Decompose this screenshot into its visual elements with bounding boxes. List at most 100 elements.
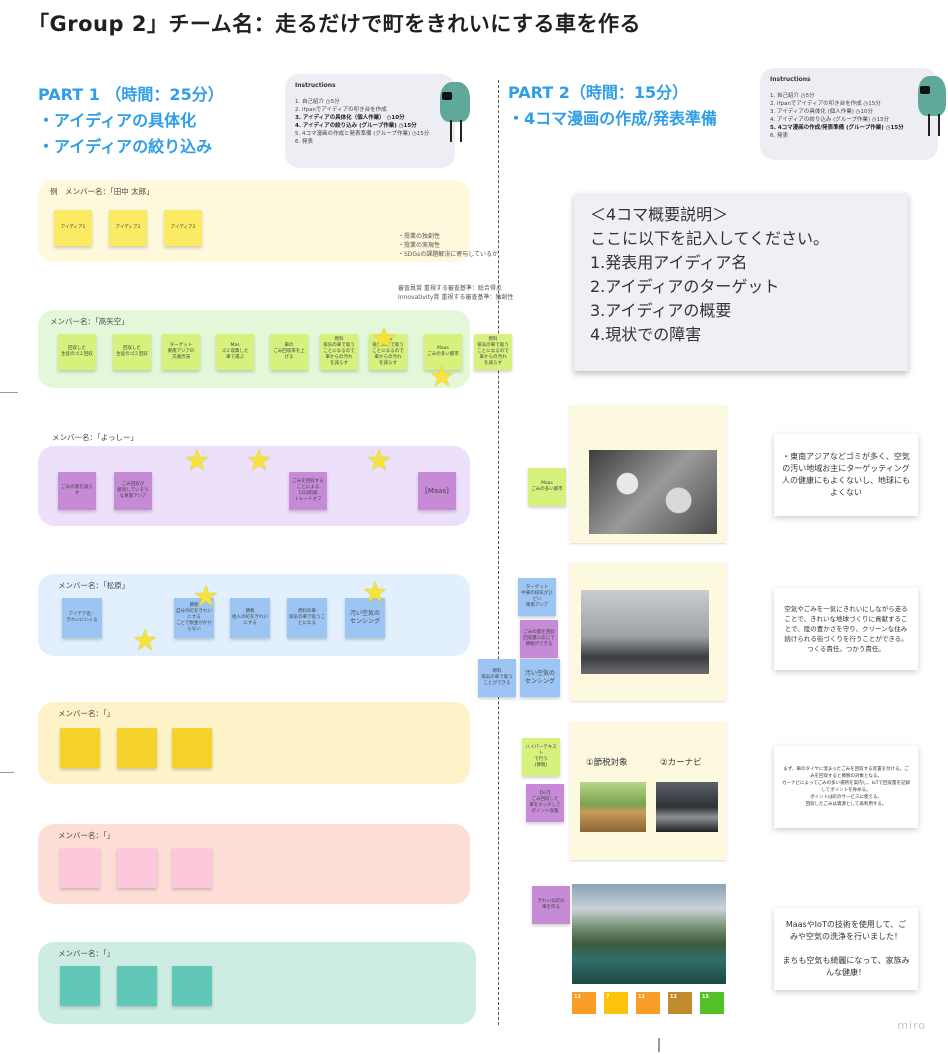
instructions-card-part1[interactable]: Instructions 1. 自己紹介 ◷5分 2. ifpanでアイディアの…: [285, 74, 455, 168]
sticky-note[interactable]: 回収した 生徒のゴミ回収: [58, 334, 96, 370]
canvas-edge-marker: [0, 772, 14, 773]
instructions-card-part2[interactable]: Instructions 1. 自己紹介 ◷5分 2. ifpanでアイディアの…: [760, 68, 938, 160]
star-vote-icon[interactable]: ★: [132, 626, 158, 655]
member-label: メンバー名：「よっしー」: [52, 433, 139, 442]
instructions-heading: Instructions: [295, 82, 336, 89]
part1-heading: PART 1 （時間：25分）: [38, 85, 224, 104]
evaluation-note: 審査員賞 重視する審査基準：総合得点 Innovativity賞 重視する審査基…: [398, 285, 514, 301]
member-label: メンバー名：「高矢空」: [50, 317, 129, 326]
sticky-note[interactable]: Maas ごみの多い都市: [528, 468, 566, 506]
criteria-note: ・授業の独創性 ・授業の実現性 ・SDGsの課題解決に寄与しているか: [398, 233, 499, 258]
part2-heading: PART 2（時間：15分）: [508, 83, 689, 102]
sticky-note[interactable]: 車の ごみ回収率を上げる: [270, 334, 308, 370]
comic-overview-box[interactable]: ＜4コマ概要説明＞ ここに以下を記入してください。 1.発表用アイディア名 2.…: [574, 193, 908, 371]
overview-line: 2.アイディアのターゲット: [590, 277, 780, 296]
car-navigation-image: [656, 782, 718, 832]
sticky-note[interactable]: ハイパーテキスト で行う (節税): [522, 738, 560, 776]
instruction-item: 4. アイディアの絞り込み (グループ作業) ◷15分: [770, 117, 890, 123]
part1-bullet-2: ・アイディアの絞り込み: [38, 137, 213, 156]
sdg-goal-icon: 15: [700, 992, 724, 1014]
instruction-item: 3. アイディアの具体化 (個人作業) ◷10分: [770, 109, 873, 115]
overview-line: 1.発表用アイディア名: [590, 253, 748, 272]
overview-line: ここに以下を記入してください。: [590, 229, 830, 248]
sticky-note[interactable]: 節税 他人の町をきれいにする: [230, 598, 270, 638]
robot-mascot-icon: [440, 82, 470, 142]
overview-line: 3.アイディアの概要: [590, 301, 732, 320]
sticky-note[interactable]: [117, 728, 157, 768]
sticky-note[interactable]: [172, 728, 212, 768]
star-vote-icon[interactable]: ★: [184, 446, 210, 475]
instruction-item: 2. ifpanでアイディアの叩き台を作成: [295, 107, 387, 113]
board-title: 「Group 2」チーム名：走るだけで町をきれいにする車を作る: [28, 12, 642, 36]
overview-line: 4.現状での障害: [590, 325, 702, 344]
part1-bullet-1: ・アイディアの具体化: [38, 111, 197, 130]
member-label: メンバー名：「」: [58, 709, 115, 718]
part1-header: PART 1 （時間：25分） ・アイディアの具体化 ・アイディアの絞り込み: [38, 82, 224, 160]
sticky-note[interactable]: きれいな町の 車を作る: [532, 886, 570, 924]
sticky-note[interactable]: 燃料の車 排気の車で吸うことになる: [287, 598, 327, 638]
part-divider: [498, 80, 499, 1025]
sticky-note[interactable]: [60, 966, 100, 1006]
sticky-note[interactable]: ごみの量を回収 回収量に応じて 節税ができる: [520, 620, 558, 658]
sticky-note[interactable]: [60, 848, 100, 888]
star-vote-icon[interactable]: ★: [362, 578, 388, 607]
sticky-note[interactable]: 燃料 排気の車で吸う ことになるので 車からの汚れ を減らす: [320, 334, 358, 370]
miro-logo: miro: [897, 1019, 926, 1032]
overview-line: ＜4コマ概要説明＞: [590, 205, 729, 224]
canvas-edge-marker: [658, 1038, 660, 1052]
member-label: メンバー名：「松原」: [58, 581, 130, 590]
instructions-heading: Instructions: [770, 76, 811, 83]
star-vote-icon[interactable]: ★: [366, 446, 392, 475]
instruction-item: 4. アイディアの絞り込み (グループ作業) ◷15分: [295, 123, 417, 129]
sticky-note[interactable]: ターゲット 東南アジアの 交通渋滞: [162, 334, 200, 370]
sticky-note[interactable]: [172, 848, 212, 888]
sticky-note[interactable]: アイディア2: [109, 210, 147, 246]
sdg-goal-icon: 11: [636, 992, 660, 1014]
sticky-note[interactable]: 燃料 排気の車で吸う ことができる: [478, 659, 516, 697]
sticky-note[interactable]: Mas ゴミ収集した 車で運ぶ: [216, 334, 254, 370]
sticky-note[interactable]: [60, 728, 100, 768]
sticky-note[interactable]: [Maas]: [418, 472, 456, 510]
instruction-item: 3. アイディアの具体化（個人作業） ◷10分: [295, 115, 405, 121]
sticky-note[interactable]: アイディア3: [164, 210, 202, 246]
star-vote-icon[interactable]: ★: [193, 582, 219, 611]
part2-bullet-1: ・4コマ漫画の作成/発表準備: [508, 109, 717, 128]
sticky-note[interactable]: [172, 966, 212, 1006]
garbage-pile-image: [589, 450, 717, 534]
sticky-note[interactable]: ごみを回収することによる CO2削減 トレードオフ: [289, 472, 327, 510]
instruction-item: 2. ifpanでアイディアの叩き台を作成 ◷15分: [770, 101, 881, 107]
robot-mascot-icon: [918, 76, 946, 136]
sticky-note[interactable]: アイディア1: [54, 210, 92, 246]
instruction-item: 1. 自己紹介 ◷5分: [295, 99, 340, 105]
sticky-note[interactable]: アイデア名： きれいにいくる: [62, 598, 102, 638]
instruction-item: 5. 4コマ漫画の作成/発表準備 (グループ作業) ◷15分: [770, 125, 904, 131]
sdg-goal-icon: 12: [668, 992, 692, 1014]
comic-description-2[interactable]: 空気やごみを一気にきれいにしながら走ることで、きれいな地球づくりに貢献することで…: [774, 588, 918, 670]
star-vote-icon[interactable]: ★: [246, 446, 272, 475]
comic-description-4[interactable]: MaasやIoTの技術を使用して、ごみや空気の洗浄を行いました！ まちも空気も綺麗…: [774, 908, 918, 990]
sticky-note[interactable]: ごみの量を減らす: [58, 472, 96, 510]
coins-plant-image: [580, 782, 646, 832]
instruction-item: 1. 自己紹介 ◷5分: [770, 93, 815, 99]
sticky-note[interactable]: ターゲット 中東の排気がひどい 東南アジア: [518, 578, 556, 616]
sticky-note[interactable]: 汚い空気の センシング: [520, 659, 560, 697]
instruction-item: 6. 発表: [770, 133, 788, 139]
member-label: メンバー名：「」: [58, 831, 115, 840]
sticky-note[interactable]: ごみ回収が 解消していそう な東南アジア: [114, 472, 152, 510]
sticky-note[interactable]: [117, 848, 157, 888]
sticky-note[interactable]: 【IoT】 ごみ回収した 車をタッチして ポイント収集: [526, 784, 564, 822]
sdg-goal-icon: 11: [572, 992, 596, 1014]
instruction-item: 5. 4コマ漫画の作成と発表準備 (グループ作業) ◷15分: [295, 131, 430, 137]
comic-description-3[interactable]: まず、車のタイヤに溜まったごみを回収する装置を付ける。ごみを回収すると節税の対象…: [774, 746, 918, 828]
comic-description-1[interactable]: ・東南アジアなどゴミが多く、空気の汚い地域お主にターゲッティング 人の健康にもよく…: [774, 434, 918, 516]
instruction-item: 6. 発表: [295, 139, 313, 145]
mountain-lake-image: [572, 884, 726, 984]
star-vote-icon[interactable]: ★: [429, 362, 455, 391]
sticky-note[interactable]: 回収した 生徒のゴミ回収: [113, 334, 151, 370]
sticky-note[interactable]: [117, 966, 157, 1006]
sticky-note[interactable]: 燃料 排気の車で吸う ことになるので 車からの汚れ を減らす: [474, 334, 512, 370]
member-label: メンバー名：「」: [58, 949, 115, 958]
panel-label-carnavi: ②カーナビ: [660, 758, 702, 768]
traffic-smog-image: [581, 590, 709, 674]
star-vote-icon[interactable]: ★: [371, 324, 397, 353]
